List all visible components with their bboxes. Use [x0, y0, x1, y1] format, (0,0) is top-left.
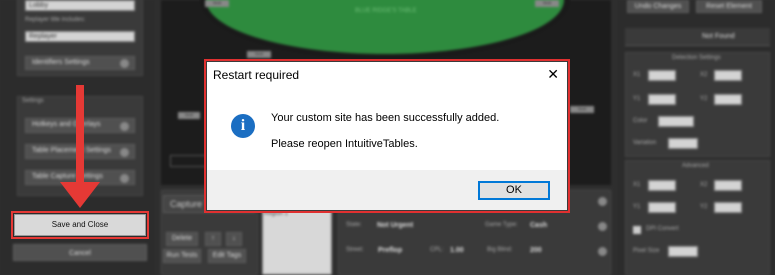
state-label: State: [346, 222, 362, 228]
variation-input[interactable] [668, 138, 698, 149]
adv-x2-label: X2 [700, 182, 708, 188]
dialog-message: Your custom site has been successfully a… [271, 112, 500, 124]
x2-label: X2 [700, 72, 708, 78]
big-blind-value: 200 [530, 247, 542, 254]
y1-input[interactable] [648, 94, 676, 105]
gear-icon [120, 122, 129, 131]
color-label: Color [633, 118, 648, 124]
pixel-size-input[interactable] [668, 246, 698, 257]
gear-icon [120, 174, 129, 183]
gear-icon[interactable] [598, 222, 607, 231]
seat-marker: Seat [535, 0, 559, 7]
run-tests-button[interactable]: Run Tests [163, 249, 201, 263]
table-capture-label: Table Capture Settings [32, 173, 103, 180]
game-type-label: Game Type: [485, 222, 518, 228]
color-input[interactable] [658, 116, 694, 127]
undo-changes-button[interactable]: Undo Changes [627, 0, 689, 13]
gear-icon[interactable] [598, 247, 607, 256]
gear-icon [120, 148, 129, 157]
lobby-title-input[interactable]: Lobby [25, 0, 135, 11]
detection-settings-title: Detection Settings [672, 55, 721, 61]
region-list[interactable] [262, 209, 332, 275]
cancel-button[interactable]: Cancel [13, 244, 147, 261]
dpi-convert-label: DPI Convert [646, 226, 679, 232]
x1-input[interactable] [648, 70, 676, 81]
y2-input[interactable] [714, 94, 742, 105]
big-blind-label: Big Blind: [487, 247, 513, 253]
adv-x1-input[interactable] [648, 180, 676, 191]
street-value: Preflop [378, 247, 403, 254]
delete-button[interactable]: Delete [166, 232, 198, 246]
edit-tags-button[interactable]: Edit Tags [208, 249, 246, 263]
dpi-convert-checkbox[interactable] [633, 226, 641, 234]
element-header[interactable] [625, 28, 770, 46]
adv-x1-label: X1 [633, 182, 641, 188]
region-item[interactable]: Region 1 [264, 211, 288, 217]
seat-marker: Seat [178, 112, 200, 119]
annotation-arrow-shaft [76, 85, 84, 185]
table-placement-label: Table Placement Settings [32, 147, 111, 154]
replayer-title-input[interactable]: Replayer [25, 31, 135, 42]
seat-marker: Seat [247, 51, 271, 58]
ok-button[interactable]: OK [478, 181, 550, 200]
y1-label: Y1 [633, 96, 641, 102]
info-icon: i [231, 114, 255, 138]
hand-box [170, 155, 210, 167]
seat-marker: Seat [205, 0, 229, 7]
move-up-button[interactable]: ↑ [205, 232, 221, 246]
table-text: BLUE RIDGE'S TABLE [355, 8, 417, 14]
annotation-arrow-head [60, 182, 100, 208]
move-down-button[interactable]: ↓ [226, 232, 242, 246]
dialog-title: Restart required [213, 68, 300, 82]
adv-y2-label: Y2 [700, 204, 708, 210]
state-value: Not Urgent [377, 222, 414, 229]
close-icon[interactable]: ✕ [547, 65, 559, 83]
advanced-group [625, 160, 770, 275]
seat-marker: Seat [570, 106, 594, 113]
adv-y1-label: Y1 [633, 204, 641, 210]
adv-x2-input[interactable] [714, 180, 742, 191]
restart-required-dialog: Restart required ✕ i Your custom site ha… [206, 61, 568, 211]
y2-label: Y2 [700, 96, 708, 102]
street-label: Street: [346, 247, 364, 253]
cpl-label: CPL: [430, 247, 444, 253]
cpl-value: 1.00 [450, 247, 464, 254]
gear-icon[interactable] [598, 197, 607, 206]
pixel-size-label: Pixel Size [633, 248, 660, 254]
settings-title: Settings [22, 98, 44, 104]
gear-icon [120, 59, 129, 68]
identifiers-settings-button[interactable]: Identifiers Settings [25, 56, 135, 70]
x1-label: X1 [633, 72, 641, 78]
advanced-title: Advanced [682, 163, 709, 169]
adv-y2-input[interactable] [714, 202, 742, 213]
x2-input[interactable] [714, 70, 742, 81]
dialog-submessage: Please reopen IntuitiveTables. [271, 138, 418, 150]
identifiers-settings-label: Identifiers Settings [32, 59, 90, 66]
reset-element-button[interactable]: Reset Element [696, 0, 762, 13]
game-type-value: Cash [530, 222, 548, 229]
detection-status: Not Found [702, 33, 735, 40]
save-and-close-button[interactable]: Save and Close [14, 214, 146, 236]
hotkeys-overlays-label: Hotkeys and Overlays [32, 121, 101, 128]
adv-y1-input[interactable] [648, 202, 676, 213]
variation-label: Variation [633, 140, 657, 146]
replayer-label: Replayer title includes: [25, 17, 86, 23]
